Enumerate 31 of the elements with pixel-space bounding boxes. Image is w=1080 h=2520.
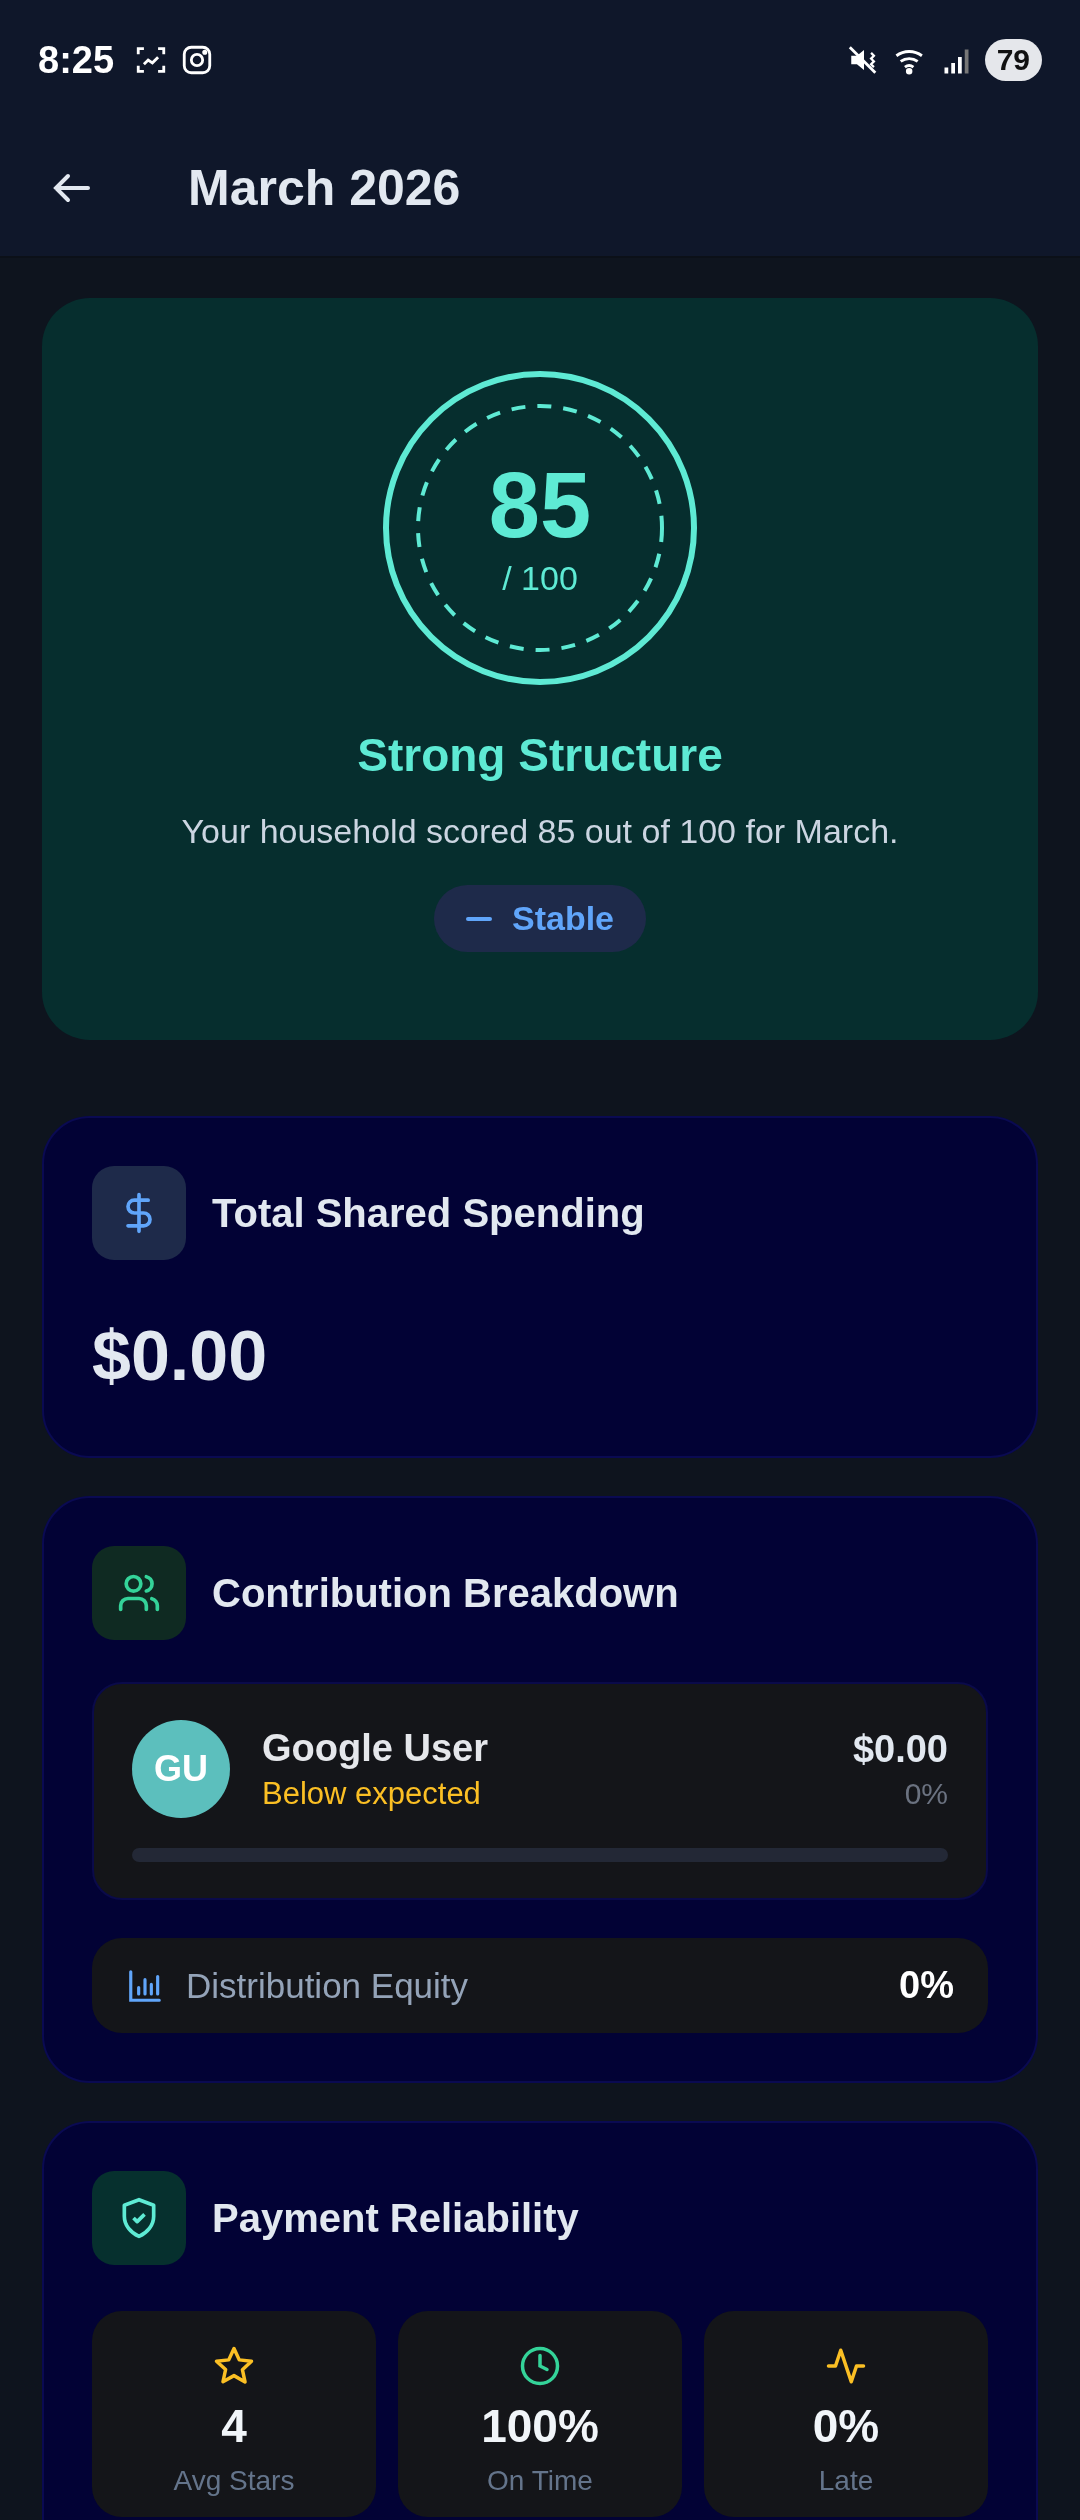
shield-check-icon <box>92 2171 186 2265</box>
trend-badge: Stable <box>433 885 646 952</box>
score-summary: Your household scored 85 out of 100 for March. <box>181 812 899 851</box>
stat-value: 0% <box>812 2399 880 2453</box>
users-icon <box>92 1546 186 1640</box>
total-amount: $0.00 <box>92 1316 269 1396</box>
card-title: Payment Reliability <box>212 2195 579 2241</box>
member-share: 0% <box>904 1776 948 1811</box>
equity-value: 0% <box>899 1964 954 2007</box>
member-name: Google User <box>262 1726 489 1770</box>
star-icon <box>213 2345 255 2387</box>
status-time: 8:25 <box>38 38 115 82</box>
battery-indicator: 79 <box>984 39 1042 81</box>
score-max: / 100 <box>502 558 578 598</box>
member-status: Below expected <box>262 1775 482 1812</box>
clock-icon <box>519 2345 561 2387</box>
score-rating: Strong Structure <box>357 728 723 782</box>
card-title: Contribution Breakdown <box>212 1570 679 1616</box>
stat-value: 4 <box>221 2399 247 2453</box>
stat-label: Avg Stars <box>173 2465 295 2497</box>
stat-label: Late <box>818 2465 874 2497</box>
card-title: Total Shared Spending <box>212 1190 645 1236</box>
avatar-initials: GU <box>132 1720 230 1818</box>
dollar-icon <box>92 1166 186 1260</box>
stat-value: 100% <box>481 2399 599 2453</box>
stat-label: On Time <box>487 2465 593 2497</box>
score-value: 85 <box>488 458 592 551</box>
dash-icon <box>465 915 492 922</box>
member-amount: $0.00 <box>852 1727 948 1771</box>
page-title: March 2026 <box>188 159 461 217</box>
equity-label: Distribution Equity <box>186 1965 469 2006</box>
